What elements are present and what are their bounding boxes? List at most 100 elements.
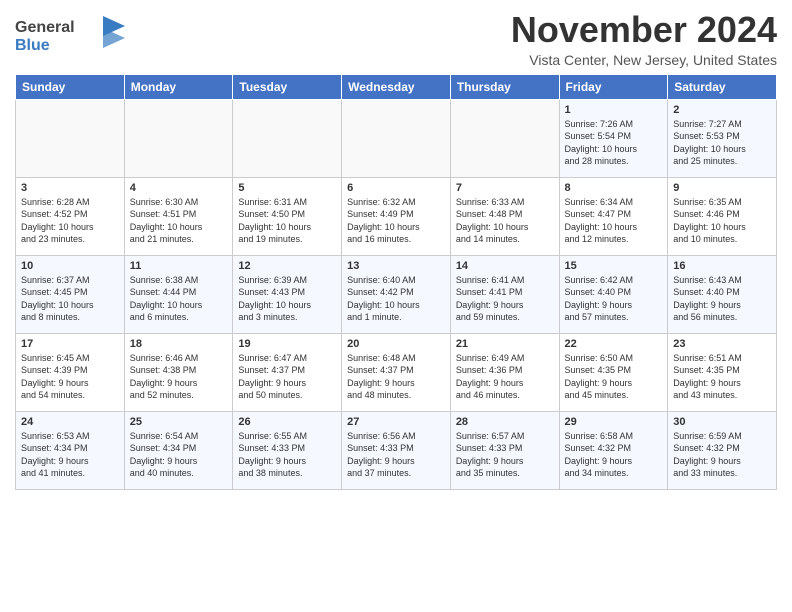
day-number: 14: [456, 260, 554, 272]
day-info: Sunrise: 6:38 AM Sunset: 4:44 PM Dayligh…: [130, 274, 228, 324]
svg-text:General: General: [15, 19, 75, 36]
day-number: 13: [347, 260, 445, 272]
header-row: SundayMondayTuesdayWednesdayThursdayFrid…: [16, 74, 777, 99]
day-info: Sunrise: 6:53 AM Sunset: 4:34 PM Dayligh…: [21, 430, 119, 480]
day-number: 20: [347, 338, 445, 350]
day-cell: 13 Sunrise: 6:40 AM Sunset: 4:42 PM Dayli…: [342, 255, 451, 333]
week-row-1: 1 Sunrise: 7:26 AM Sunset: 5:54 PM Daylig…: [16, 99, 777, 177]
day-number: 15: [565, 260, 663, 272]
day-cell: 14 Sunrise: 6:41 AM Sunset: 4:41 PM Dayli…: [450, 255, 559, 333]
day-cell: 11 Sunrise: 6:38 AM Sunset: 4:44 PM Dayli…: [124, 255, 233, 333]
day-cell: 19 Sunrise: 6:47 AM Sunset: 4:37 PM Dayli…: [233, 333, 342, 411]
day-info: Sunrise: 6:58 AM Sunset: 4:32 PM Dayligh…: [565, 430, 663, 480]
day-cell: [16, 99, 125, 177]
day-cell: 7Sunrise: 6:33 AM Sunset: 4:48 PM Daylig…: [450, 177, 559, 255]
day-cell: 29 Sunrise: 6:58 AM Sunset: 4:32 PM Dayli…: [559, 411, 668, 489]
day-cell: 17 Sunrise: 6:45 AM Sunset: 4:39 PM Dayli…: [16, 333, 125, 411]
day-info: Sunrise: 6:56 AM Sunset: 4:33 PM Dayligh…: [347, 430, 445, 480]
day-cell: [124, 99, 233, 177]
day-cell: 28 Sunrise: 6:57 AM Sunset: 4:33 PM Dayli…: [450, 411, 559, 489]
day-info: Sunrise: 6:59 AM Sunset: 4:32 PM Dayligh…: [673, 430, 771, 480]
day-number: 22: [565, 338, 663, 350]
day-cell: [233, 99, 342, 177]
day-cell: 4 Sunrise: 6:30 AM Sunset: 4:51 PM Daylig…: [124, 177, 233, 255]
day-info: Sunrise: 6:32 AM Sunset: 4:49 PM Dayligh…: [347, 196, 445, 246]
day-number: 29: [565, 416, 663, 428]
day-cell: 12 Sunrise: 6:39 AM Sunset: 4:43 PM Dayli…: [233, 255, 342, 333]
day-info: Sunrise: 6:54 AM Sunset: 4:34 PM Dayligh…: [130, 430, 228, 480]
day-number: 3: [21, 182, 119, 194]
day-number: 27: [347, 416, 445, 428]
day-number: 18: [130, 338, 228, 350]
day-cell: 27 Sunrise: 6:56 AM Sunset: 4:33 PM Dayli…: [342, 411, 451, 489]
header-cell-wednesday: Wednesday: [342, 74, 451, 99]
day-number: 23: [673, 338, 771, 350]
logo-text: General Blue: [15, 14, 125, 61]
day-cell: 22 Sunrise: 6:50 AM Sunset: 4:35 PM Dayli…: [559, 333, 668, 411]
day-number: 11: [130, 260, 228, 272]
day-info: Sunrise: 6:50 AM Sunset: 4:35 PM Dayligh…: [565, 352, 663, 402]
day-cell: 24 Sunrise: 6:53 AM Sunset: 4:34 PM Dayli…: [16, 411, 125, 489]
day-cell: 10 Sunrise: 6:37 AM Sunset: 4:45 PM Dayli…: [16, 255, 125, 333]
day-info: Sunrise: 6:41 AM Sunset: 4:41 PM Dayligh…: [456, 274, 554, 324]
day-info: Sunrise: 6:51 AM Sunset: 4:35 PM Dayligh…: [673, 352, 771, 402]
week-row-2: 3Sunrise: 6:28 AM Sunset: 4:52 PM Daylig…: [16, 177, 777, 255]
svg-text:Blue: Blue: [15, 37, 50, 54]
day-info: Sunrise: 6:39 AM Sunset: 4:43 PM Dayligh…: [238, 274, 336, 324]
header: General Blue November 2024 Vista Center,…: [15, 10, 777, 68]
day-info: Sunrise: 7:26 AM Sunset: 5:54 PM Dayligh…: [565, 118, 663, 168]
header-cell-thursday: Thursday: [450, 74, 559, 99]
month-title: November 2024: [511, 10, 777, 50]
day-number: 9: [673, 182, 771, 194]
day-cell: 26Sunrise: 6:55 AM Sunset: 4:33 PM Dayli…: [233, 411, 342, 489]
day-number: 30: [673, 416, 771, 428]
day-info: Sunrise: 6:49 AM Sunset: 4:36 PM Dayligh…: [456, 352, 554, 402]
day-cell: 25 Sunrise: 6:54 AM Sunset: 4:34 PM Dayli…: [124, 411, 233, 489]
day-cell: 1 Sunrise: 7:26 AM Sunset: 5:54 PM Daylig…: [559, 99, 668, 177]
day-cell: 18Sunrise: 6:46 AM Sunset: 4:38 PM Dayli…: [124, 333, 233, 411]
day-number: 1: [565, 104, 663, 116]
day-info: Sunrise: 6:35 AM Sunset: 4:46 PM Dayligh…: [673, 196, 771, 246]
day-number: 5: [238, 182, 336, 194]
day-info: Sunrise: 6:57 AM Sunset: 4:33 PM Dayligh…: [456, 430, 554, 480]
day-number: 24: [21, 416, 119, 428]
day-info: Sunrise: 6:43 AM Sunset: 4:40 PM Dayligh…: [673, 274, 771, 324]
day-info: Sunrise: 6:42 AM Sunset: 4:40 PM Dayligh…: [565, 274, 663, 324]
day-number: 12: [238, 260, 336, 272]
day-number: 4: [130, 182, 228, 194]
header-cell-sunday: Sunday: [16, 74, 125, 99]
day-info: Sunrise: 6:45 AM Sunset: 4:39 PM Dayligh…: [21, 352, 119, 402]
title-block: November 2024 Vista Center, New Jersey, …: [511, 10, 777, 68]
day-info: Sunrise: 6:40 AM Sunset: 4:42 PM Dayligh…: [347, 274, 445, 324]
day-cell: [450, 99, 559, 177]
header-cell-tuesday: Tuesday: [233, 74, 342, 99]
day-number: 17: [21, 338, 119, 350]
header-cell-saturday: Saturday: [668, 74, 777, 99]
week-row-4: 17 Sunrise: 6:45 AM Sunset: 4:39 PM Dayli…: [16, 333, 777, 411]
calendar-body: 1 Sunrise: 7:26 AM Sunset: 5:54 PM Daylig…: [16, 99, 777, 489]
calendar-table: SundayMondayTuesdayWednesdayThursdayFrid…: [15, 74, 777, 490]
day-info: Sunrise: 6:48 AM Sunset: 4:37 PM Dayligh…: [347, 352, 445, 402]
day-cell: 6Sunrise: 6:32 AM Sunset: 4:49 PM Daylig…: [342, 177, 451, 255]
day-info: Sunrise: 6:37 AM Sunset: 4:45 PM Dayligh…: [21, 274, 119, 324]
day-cell: 9 Sunrise: 6:35 AM Sunset: 4:46 PM Daylig…: [668, 177, 777, 255]
day-info: Sunrise: 6:47 AM Sunset: 4:37 PM Dayligh…: [238, 352, 336, 402]
day-cell: 23 Sunrise: 6:51 AM Sunset: 4:35 PM Dayli…: [668, 333, 777, 411]
day-info: Sunrise: 6:30 AM Sunset: 4:51 PM Dayligh…: [130, 196, 228, 246]
day-number: 16: [673, 260, 771, 272]
day-cell: 20 Sunrise: 6:48 AM Sunset: 4:37 PM Dayli…: [342, 333, 451, 411]
week-row-5: 24 Sunrise: 6:53 AM Sunset: 4:34 PM Dayli…: [16, 411, 777, 489]
day-cell: 30 Sunrise: 6:59 AM Sunset: 4:32 PM Dayli…: [668, 411, 777, 489]
day-number: 26: [238, 416, 336, 428]
day-number: 19: [238, 338, 336, 350]
day-number: 10: [21, 260, 119, 272]
day-number: 25: [130, 416, 228, 428]
calendar-header: SundayMondayTuesdayWednesdayThursdayFrid…: [16, 74, 777, 99]
logo: General Blue: [15, 14, 125, 61]
day-number: 21: [456, 338, 554, 350]
week-row-3: 10 Sunrise: 6:37 AM Sunset: 4:45 PM Dayli…: [16, 255, 777, 333]
day-cell: 21 Sunrise: 6:49 AM Sunset: 4:36 PM Dayli…: [450, 333, 559, 411]
day-number: 28: [456, 416, 554, 428]
day-info: Sunrise: 7:27 AM Sunset: 5:53 PM Dayligh…: [673, 118, 771, 168]
day-cell: 16 Sunrise: 6:43 AM Sunset: 4:40 PM Dayli…: [668, 255, 777, 333]
